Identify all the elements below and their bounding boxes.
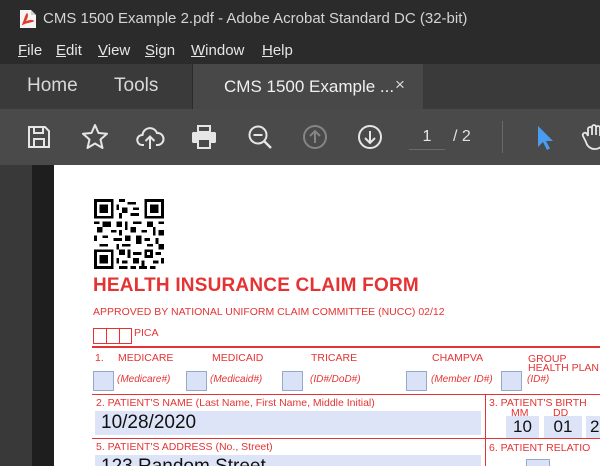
tab-bar: Home Tools CMS 1500 Example ... × — [0, 64, 600, 109]
select-cursor-icon[interactable] — [528, 121, 560, 153]
menu-view[interactable]: View — [98, 42, 130, 59]
group-sub-label: (ID#) — [527, 374, 550, 385]
row2-bottom-rule — [92, 438, 600, 439]
birth-day-field[interactable]: 01 — [544, 416, 582, 438]
menu-edit[interactable]: Edit — [56, 42, 82, 59]
print-icon[interactable] — [188, 121, 220, 153]
champva-checkbox[interactable] — [406, 371, 427, 391]
champva-label: CHAMPVA — [432, 352, 484, 364]
document-tab-label: CMS 1500 Example ... — [224, 77, 395, 96]
form-title: HEALTH INSURANCE CLAIM FORM — [93, 275, 419, 296]
medicare-label: MEDICARE — [118, 352, 174, 364]
menu-bar: File Edit View Sign Window Help — [0, 38, 600, 64]
window-title: CMS 1500 Example 2.pdf - Adobe Acrobat S… — [43, 10, 468, 27]
menu-window[interactable]: Window — [191, 42, 244, 59]
previous-page-icon[interactable] — [299, 121, 331, 153]
page-shadow — [32, 165, 54, 466]
medicare-sub-label: (Medicare#) — [117, 374, 171, 385]
tricare-checkbox[interactable] — [282, 371, 303, 391]
tricare-label: TRICARE — [311, 352, 358, 364]
item1-number: 1. — [95, 352, 104, 364]
tab-tools[interactable]: Tools — [114, 75, 158, 97]
pdf-page[interactable]: HEALTH INSURANCE CLAIM FORM APPROVED BY … — [54, 165, 600, 466]
hand-tool-icon[interactable] — [578, 121, 600, 153]
medicaid-label: MEDICAID — [212, 352, 264, 364]
group-health-plan-label: HEALTH PLAN — [528, 362, 599, 374]
pica-label: PICA — [134, 327, 159, 339]
row1-bottom-rule — [92, 394, 600, 395]
acrobat-pdf-icon — [20, 10, 36, 28]
toolbar: 1 / 2 — [0, 109, 600, 165]
patient-relation-label: 6. PATIENT RELATIO — [489, 442, 591, 454]
champva-sub-label: (Member ID#) — [431, 374, 493, 385]
birth-month-field[interactable]: 10 — [506, 416, 539, 438]
close-tab-icon[interactable]: × — [395, 75, 405, 95]
tricare-sub-label: (ID#/DoD#) — [310, 374, 361, 385]
menu-help[interactable]: Help — [262, 42, 293, 59]
patient-name-label: 2. PATIENT'S NAME (Last Name, First Name… — [96, 397, 375, 409]
group-health-plan-checkbox[interactable] — [501, 371, 522, 391]
patient-address-field[interactable]: 123 Random Street — [95, 455, 481, 466]
menu-sign[interactable]: Sign — [145, 42, 175, 59]
toolbar-divider — [502, 121, 503, 153]
column-divider — [485, 394, 486, 466]
patient-address-label: 5. PATIENT'S ADDRESS (No., Street) — [96, 441, 273, 453]
patient-birth-label: 3. PATIENT'S BIRTH — [489, 397, 587, 409]
star-icon[interactable] — [79, 121, 111, 153]
next-page-icon[interactable] — [354, 121, 386, 153]
medicaid-sub-label: (Medicaid#) — [210, 374, 263, 385]
page-number-input[interactable]: 1 — [409, 124, 445, 150]
cloud-upload-icon[interactable] — [134, 121, 166, 153]
page-total: / 2 — [453, 128, 471, 145]
pica-boxes — [93, 328, 132, 344]
title-bar: CMS 1500 Example 2.pdf - Adobe Acrobat S… — [0, 0, 600, 38]
medicare-checkbox[interactable] — [93, 371, 114, 391]
tab-document[interactable]: CMS 1500 Example ... × — [193, 64, 423, 109]
patient-name-field[interactable]: 10/28/2020 — [95, 411, 481, 435]
menu-file[interactable]: File — [18, 42, 42, 59]
save-icon[interactable] — [23, 121, 55, 153]
qr-code-image — [94, 199, 164, 269]
form-subtitle: APPROVED BY NATIONAL UNIFORM CLAIM COMMI… — [93, 306, 445, 318]
relation-self-checkbox[interactable] — [526, 459, 550, 466]
form-top-rule — [92, 346, 600, 348]
birth-year-field[interactable]: 2 — [586, 416, 600, 438]
zoom-out-icon[interactable] — [244, 121, 276, 153]
medicaid-checkbox[interactable] — [186, 371, 207, 391]
tab-home[interactable]: Home — [27, 75, 78, 97]
